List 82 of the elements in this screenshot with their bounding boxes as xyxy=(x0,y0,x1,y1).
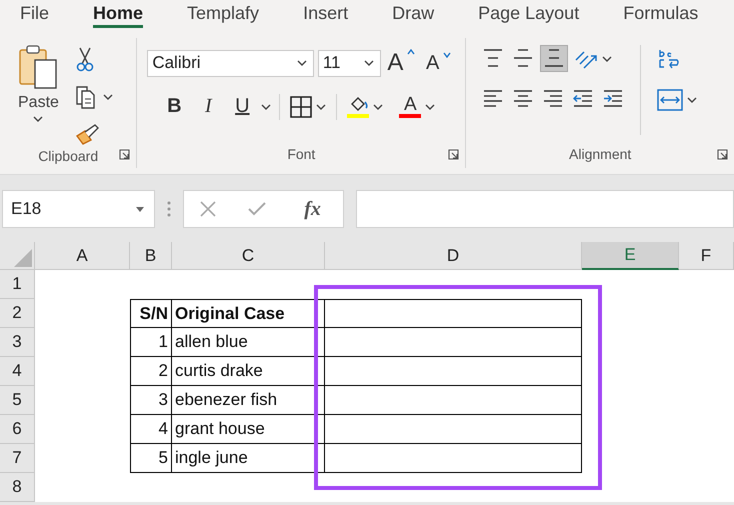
ribbon-tab[interactable]: File xyxy=(20,0,50,28)
column-header[interactable]: F xyxy=(679,242,734,270)
row-header[interactable]: 7 xyxy=(0,444,35,473)
text-lines-icon xyxy=(543,48,566,69)
text-lines-icon xyxy=(512,48,534,69)
ribbon-tab[interactable]: Page Layout xyxy=(478,0,580,28)
wrap-text-icon xyxy=(657,47,682,71)
text-lines-icon xyxy=(482,88,504,109)
column-header[interactable]: C xyxy=(172,242,325,270)
group-label: Clipboard xyxy=(38,148,98,166)
caret-icon xyxy=(687,97,698,103)
merge-icon xyxy=(657,89,684,111)
dialog-launcher-icon[interactable] xyxy=(717,149,728,160)
column-header[interactable]: E xyxy=(582,242,679,270)
row-header[interactable]: 4 xyxy=(0,357,35,386)
row-header[interactable]: 1 xyxy=(0,270,35,299)
decrease-font-size-button[interactable]: A xyxy=(422,50,456,76)
caret-icon xyxy=(296,60,307,66)
caret-icon xyxy=(602,56,612,62)
ribbon-tab[interactable]: Formulas xyxy=(623,0,698,28)
increase-font-size-button[interactable]: A xyxy=(384,47,418,79)
italic-button[interactable]: I xyxy=(193,93,224,120)
name-box[interactable]: E18 xyxy=(2,190,155,228)
row-header[interactable]: 6 xyxy=(0,415,35,444)
dialog-launcher-icon[interactable] xyxy=(448,149,460,160)
ribbon-tab[interactable]: Templafy xyxy=(187,0,260,28)
group-label: Font xyxy=(287,146,316,164)
caret-icon xyxy=(364,60,374,66)
caret-down-icon xyxy=(443,52,452,58)
paste-button[interactable]: Paste xyxy=(14,38,63,148)
clipboard-icon xyxy=(18,44,58,90)
paintbrush-icon xyxy=(74,122,101,146)
row-header[interactable]: 2 xyxy=(0,299,35,328)
row-header[interactable]: 5 xyxy=(0,386,35,415)
text-lines-icon xyxy=(572,88,594,109)
caret-icon xyxy=(33,116,44,122)
caret-icon xyxy=(261,104,272,110)
table-cell: 4 xyxy=(130,415,172,444)
table-cell: S/N xyxy=(130,299,172,328)
text-lines-icon xyxy=(512,88,534,109)
column-header[interactable]: D xyxy=(325,242,582,270)
table-cell: 3 xyxy=(130,386,172,415)
font-name-field[interactable]: Calibri xyxy=(147,50,314,76)
dropdown-arrow-icon xyxy=(136,206,144,212)
underline-button[interactable]: U xyxy=(227,93,258,120)
font-color-button[interactable]: A xyxy=(397,93,438,120)
checkmark-icon[interactable] xyxy=(248,202,266,216)
triangle-icon xyxy=(14,249,32,267)
insert-function-button[interactable]: fx xyxy=(298,196,327,222)
column-header[interactable]: A xyxy=(35,242,130,270)
text-lines-icon xyxy=(482,48,504,69)
column-header[interactable]: B xyxy=(130,242,172,270)
bold-button[interactable]: B xyxy=(159,93,190,120)
text-lines-icon xyxy=(602,88,624,109)
group-label: Alignment xyxy=(569,146,632,164)
borders-button[interactable] xyxy=(288,94,328,120)
table-cell: ingle june xyxy=(172,444,318,473)
table-cell: 2 xyxy=(130,357,172,386)
align-bottom-button[interactable] xyxy=(540,45,568,72)
scissors-icon xyxy=(74,46,95,72)
merge-center-button[interactable] xyxy=(655,87,700,113)
formula-input[interactable] xyxy=(356,190,734,228)
caret-icon xyxy=(425,104,436,110)
text-lines-icon xyxy=(542,88,564,109)
caret-icon xyxy=(102,94,113,100)
row-header[interactable]: 8 xyxy=(0,473,35,502)
font-size-field[interactable]: 11 xyxy=(318,50,381,76)
row-header[interactable]: 3 xyxy=(0,328,35,357)
table-cell: grant house xyxy=(172,415,318,444)
table-cell: 1 xyxy=(130,328,172,357)
table-cell: 5 xyxy=(130,444,172,473)
caret-icon xyxy=(316,104,326,110)
borders-icon xyxy=(290,96,312,118)
drag-handle-icon xyxy=(167,200,171,218)
table-cell: allen blue xyxy=(172,328,318,357)
dialog-launcher-icon[interactable] xyxy=(119,149,130,160)
caret-icon xyxy=(373,104,384,110)
ribbon-tab[interactable]: Draw xyxy=(392,0,434,28)
caret-up-icon xyxy=(407,49,416,55)
table-cell: curtis drake xyxy=(172,357,318,386)
table-cell: ebenezer fish xyxy=(172,386,318,415)
ribbon-tab[interactable]: Insert xyxy=(303,0,348,28)
